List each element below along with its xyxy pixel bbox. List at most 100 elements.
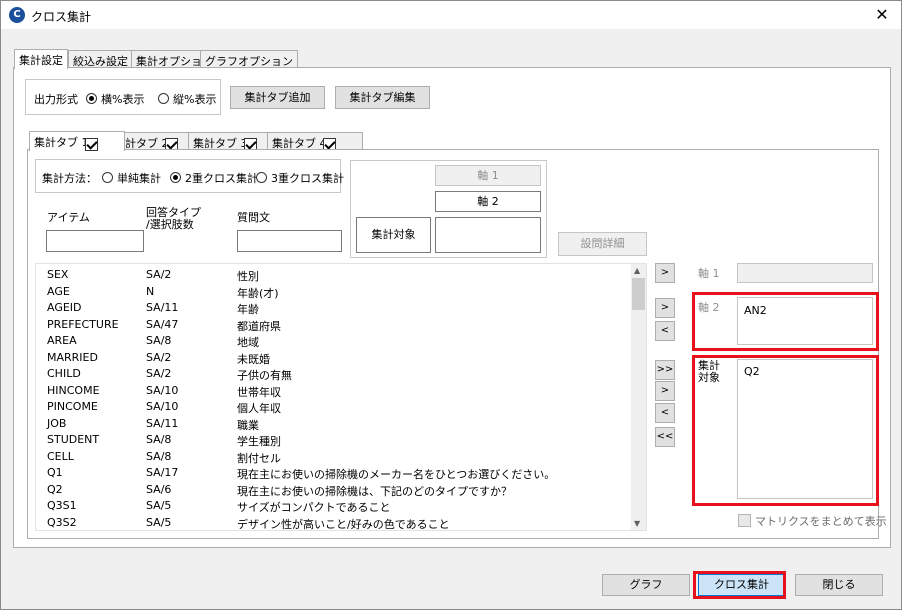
cross-button-highlight (693, 571, 786, 599)
list-row[interactable]: Q3S2 SA/5 デザイン性が高いこと/好みの色であること (36, 514, 632, 531)
axis1-button[interactable]: 軸 1 (435, 165, 541, 186)
axis2-remove-button[interactable]: < (655, 321, 675, 341)
target-highlight (692, 355, 879, 506)
radio-selected-icon (86, 93, 97, 104)
item-cell: PREFECTURE (47, 317, 119, 331)
method-group: 集計方法： 単純集計 2重クロス集計 3重クロス集計 (35, 159, 344, 193)
matrix-checkbox[interactable]: マトリクスをまとめて表示 (738, 513, 887, 529)
method-label: 集計方法： (42, 172, 97, 185)
type-cell: SA/8 (146, 449, 172, 463)
add-tab-button[interactable]: 集計タブ追加 (230, 86, 325, 109)
horizontal-percent-radio[interactable]: 横%表示 (86, 91, 144, 107)
item-cell: Q3S2 (47, 515, 77, 529)
item-filter-label: アイテム (47, 211, 90, 224)
question-detail-button[interactable]: 設問詳細 (558, 232, 647, 256)
question-filter-label: 質問文 (237, 211, 270, 224)
axis2-add-button[interactable]: > (655, 298, 675, 318)
item-cell: STUDENT (47, 433, 100, 446)
edit-tab-button[interactable]: 集計タブ編集 (335, 86, 430, 109)
type-cell: SA/11 (146, 416, 179, 430)
simple-radio[interactable]: 単純集計 (102, 170, 161, 186)
vertical-percent-label: 縦%表示 (173, 93, 217, 106)
type-filter-label-2: /選択肢数 (146, 218, 194, 231)
list-row[interactable]: JOB SA/11 職業 (36, 415, 632, 432)
list-row[interactable]: STUDENT SA/8 学生種別 (36, 431, 632, 448)
vertical-percent-radio[interactable]: 縦%表示 (158, 91, 216, 107)
target-remove-all-button[interactable]: << (655, 427, 675, 447)
list-row[interactable]: PINCOME SA/10 個人年収 (36, 398, 632, 415)
axis2-button[interactable]: 軸 2 (435, 191, 541, 212)
list-row[interactable]: AGEID SA/11 年齢 (36, 299, 632, 316)
item-cell: MARRIED (47, 350, 98, 364)
scroll-down-icon[interactable]: ▼ (634, 519, 640, 528)
item-cell: Q2 (47, 482, 63, 496)
list-row[interactable]: CHILD SA/2 子供の有無 (36, 365, 632, 382)
tab-graph-options[interactable]: グラフオプション (200, 50, 298, 68)
radio-icon (158, 93, 169, 104)
target-button[interactable]: 集計対象 (356, 217, 431, 253)
sub-tab-1[interactable]: 集計タブ 1 (29, 131, 125, 151)
list-scrollbar[interactable]: ▲ ▼ (631, 264, 646, 530)
type-cell: N (146, 284, 155, 298)
scroll-thumb[interactable] (632, 278, 645, 310)
item-cell: AGEID (47, 301, 82, 314)
type-cell: SA/10 (146, 400, 179, 413)
type-cell: SA/11 (146, 301, 179, 314)
sub-tab-1-checkbox[interactable] (84, 138, 98, 151)
item-cell: Q3S1 (47, 499, 77, 512)
list-row[interactable]: PREFECTURE SA/47 都道府県 (36, 316, 632, 333)
radio-icon (102, 172, 113, 183)
item-cell: SEX (47, 268, 69, 281)
axis1-field[interactable] (737, 263, 873, 283)
list-row[interactable]: AREA SA/8 地域 (36, 332, 632, 349)
list-row[interactable]: Q2 SA/6 現在主にお使いの掃除機は、下記のどのタイプですか？ (36, 481, 632, 498)
item-cell: AREA (47, 334, 77, 347)
target-add-all-button[interactable]: >> (655, 360, 675, 380)
triple-cross-label: 3重クロス集計 (271, 172, 344, 185)
type-cell: SA/47 (146, 317, 179, 331)
type-cell: SA/8 (146, 334, 172, 347)
axis1-add-button[interactable]: > (655, 263, 675, 283)
item-cell: HINCOME (47, 383, 100, 397)
tab-filter-settings[interactable]: 絞込み設定 (68, 50, 133, 68)
matrix-checkbox-icon[interactable] (738, 514, 751, 527)
type-cell: SA/5 (146, 515, 172, 529)
horizontal-percent-label: 横%表示 (101, 93, 145, 106)
radio-selected-icon (170, 172, 181, 183)
list-row[interactable]: CELL SA/8 割付セル (36, 448, 632, 465)
question-filter-input[interactable] (237, 230, 342, 252)
target-remove-button[interactable]: < (655, 403, 675, 423)
list-row[interactable]: HINCOME SA/10 世帯年収 (36, 382, 632, 399)
list-row[interactable]: AGE N 年齢(才) (36, 283, 632, 300)
type-cell: SA/10 (146, 383, 179, 397)
app-icon: C (9, 7, 25, 23)
triple-cross-radio[interactable]: 3重クロス集計 (256, 170, 344, 186)
radio-icon (256, 172, 267, 183)
list-row[interactable]: MARRIED SA/2 未既婚 (36, 349, 632, 366)
tab-aggregate-settings[interactable]: 集計設定 (14, 49, 68, 69)
type-cell: SA/2 (146, 367, 172, 380)
close-button[interactable]: 閉じる (795, 574, 883, 596)
type-cell: SA/2 (146, 268, 172, 281)
double-cross-radio[interactable]: 2重クロス集計 (170, 170, 258, 186)
question-list[interactable]: SEX SA/2 性別 AGE N 年齢(才) AGEID SA/11 年齢 PREFECTURE… (35, 263, 647, 531)
axis2-highlight (692, 292, 879, 351)
close-icon[interactable]: ✕ (871, 4, 893, 26)
type-cell: SA/5 (146, 499, 172, 512)
list-row[interactable]: SEX SA/2 性別 (36, 266, 632, 283)
list-row[interactable]: Q3S1 SA/5 サイズがコンパクトであること (36, 497, 632, 514)
sub-tab-4[interactable]: 集計タブ 4 (267, 132, 363, 151)
title-bar: C クロス集計 ✕ (1, 1, 901, 29)
item-filter-input[interactable] (46, 230, 144, 252)
matrix-label: マトリクスをまとめて表示 (755, 515, 887, 528)
target-add-button[interactable]: > (655, 381, 675, 401)
output-format-label: 出力形式 (34, 93, 78, 106)
item-cell: JOB (47, 416, 67, 430)
graph-button[interactable]: グラフ (602, 574, 690, 596)
item-cell: CELL (47, 449, 74, 463)
dialog-window: C クロス集計 ✕ 集計設定 絞込み設定 集計オプション グラフオプション 出力… (0, 0, 902, 610)
list-row[interactable]: Q1 SA/17 現在主にお使いの掃除機のメーカー名をひとつお選びください。 (36, 464, 632, 481)
axis1-label: 軸 1 (698, 267, 720, 280)
type-cell: SA/6 (146, 482, 172, 496)
scroll-up-icon[interactable]: ▲ (634, 266, 640, 275)
